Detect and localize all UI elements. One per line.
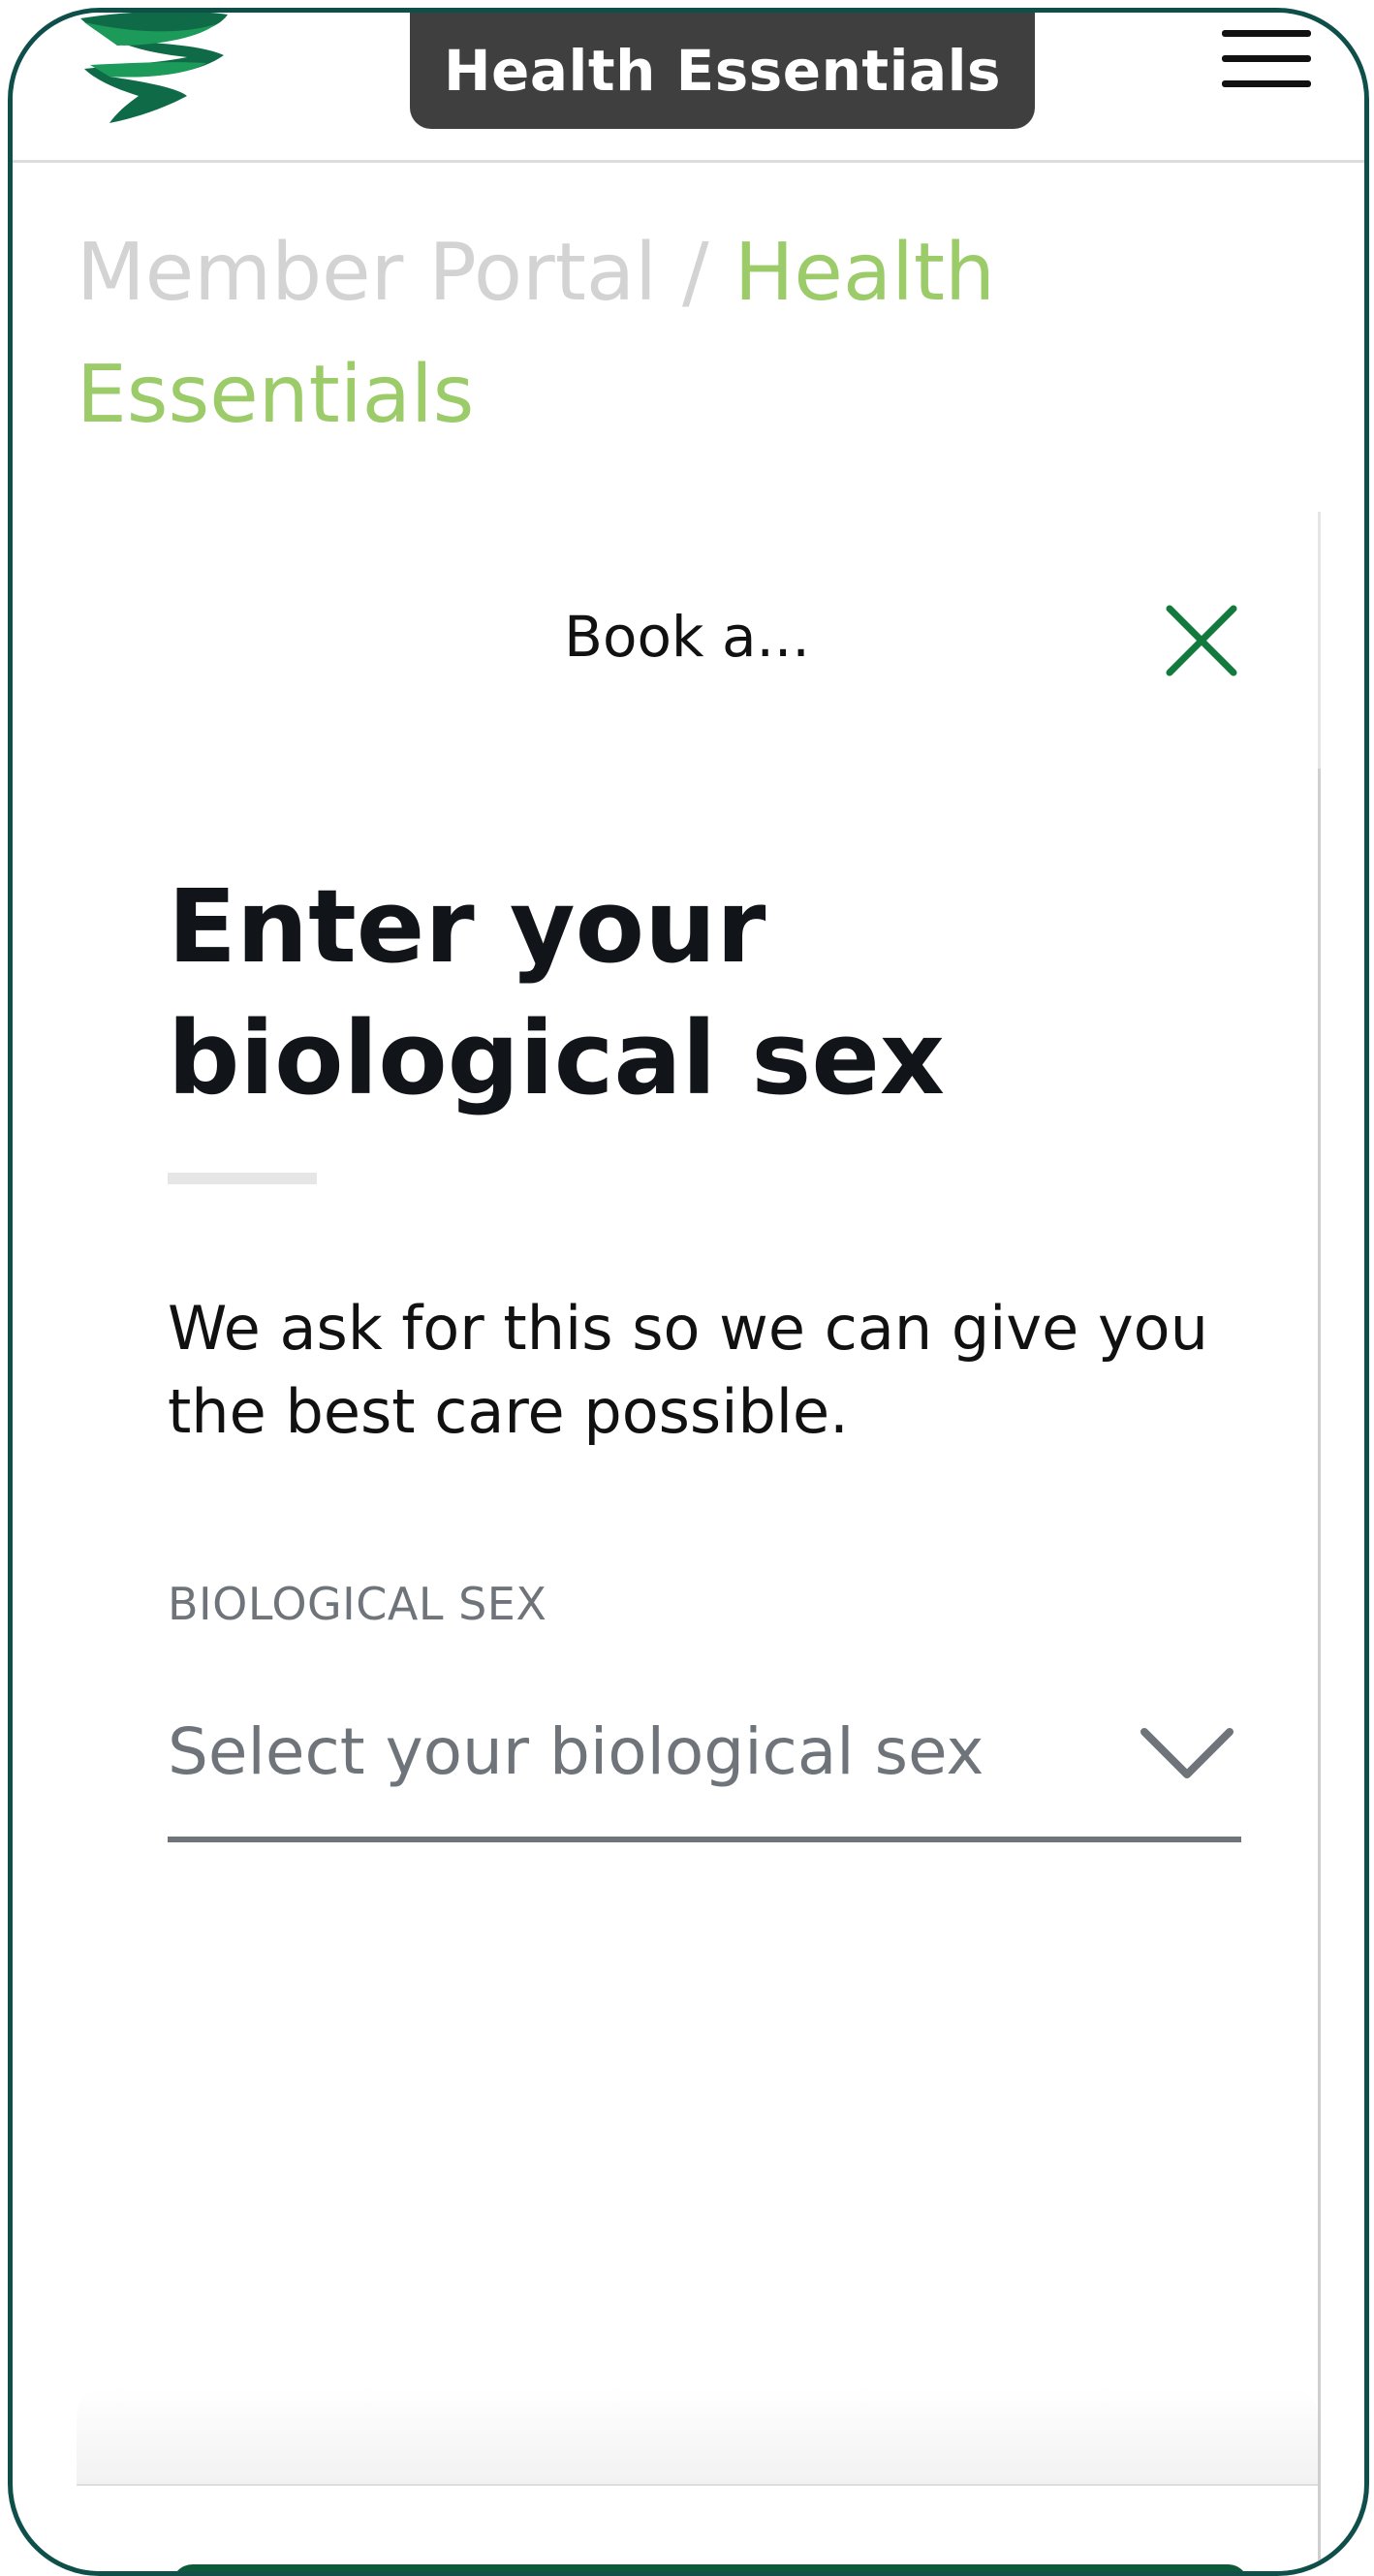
continue-button[interactable] [172,2564,1249,2571]
chevron-down-icon [1140,1728,1233,1778]
app-title: Health Essentials [443,38,1002,104]
close-icon[interactable] [1158,597,1245,684]
biological-sex-placeholder: Select your biological sex [168,1714,984,1789]
modal-title: Book a... [564,604,810,670]
breadcrumb-parent-link[interactable]: Member Portal [77,227,657,319]
modal-footer-divider [77,2484,1318,2486]
top-bar: Health Essentials [13,13,1364,163]
modal-footer [77,2387,1318,2484]
device-frame: Health Essentials Member Portal / Health… [8,8,1369,2576]
brand-ribbon-logo-icon[interactable] [71,8,235,125]
intro-text: We ask for this so we can give you the b… [168,1293,1208,1447]
hamburger-line-top [1222,30,1311,37]
heading-divider [168,1173,317,1184]
hamburger-line-middle [1222,55,1311,62]
hamburger-line-bottom [1222,80,1311,87]
panel-scroll-edge [1318,769,1321,2571]
app-title-pill: Health Essentials [410,13,1035,129]
hamburger-menu-icon[interactable] [1222,22,1315,90]
biological-sex-select[interactable]: Select your biological sex [168,1699,1241,1842]
biological-sex-label: BIOLOGICAL SEX [168,1578,547,1630]
booking-modal: Book a... Enter your biological sex We a… [77,512,1321,2571]
breadcrumb: Member Portal / Health Essentials [77,212,1123,456]
breadcrumb-separator: / [682,227,709,319]
page-heading: Enter your biological sex [168,867,945,1117]
